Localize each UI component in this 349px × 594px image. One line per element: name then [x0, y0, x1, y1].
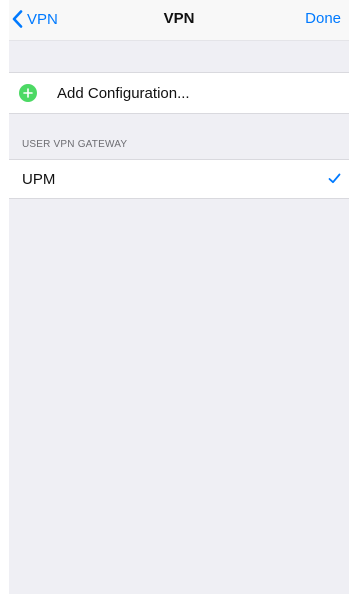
navigation-bar: VPN VPN Done	[9, 0, 349, 41]
vpn-settings-screen: VPN VPN Done Add Configuration... USER V…	[9, 0, 349, 594]
gateway-row-upm[interactable]: UPM	[9, 159, 349, 199]
done-button[interactable]: Done	[305, 7, 341, 31]
section-header: USER VPN GATEWAY	[22, 139, 128, 150]
page-title: VPN	[163, 10, 195, 27]
checkmark-icon	[328, 173, 341, 184]
add-configuration-label: Add Configuration...	[57, 84, 190, 102]
add-configuration-button[interactable]: Add Configuration...	[9, 72, 349, 114]
plus-circle-icon	[19, 84, 37, 102]
gateway-label: UPM	[22, 170, 56, 188]
